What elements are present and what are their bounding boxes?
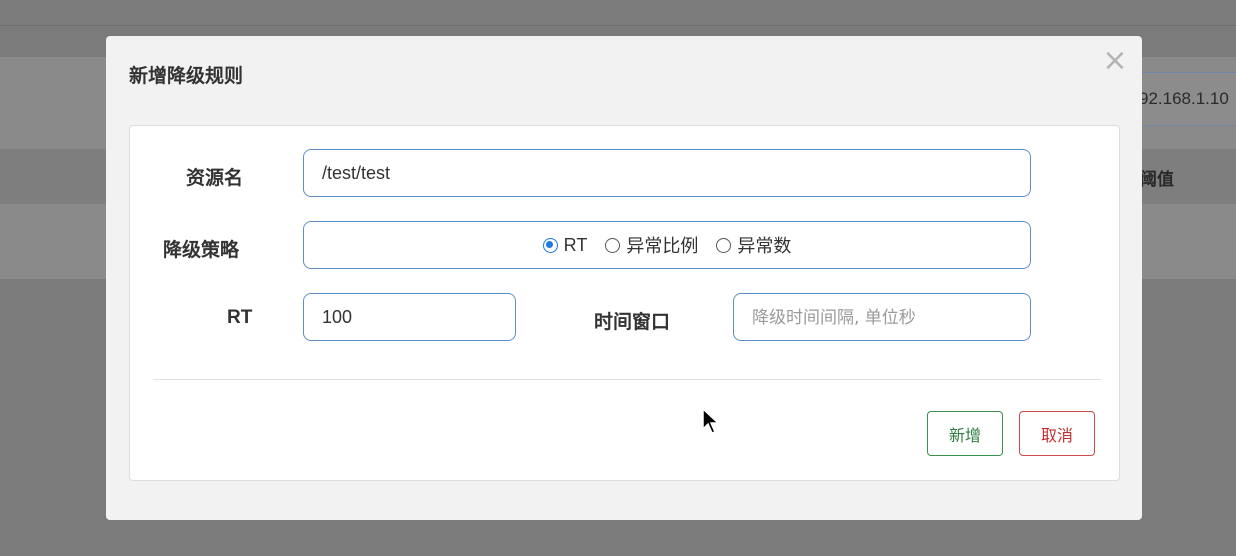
strategy-option-rt[interactable]: RT xyxy=(542,234,588,256)
time-window-input[interactable] xyxy=(733,293,1031,341)
cancel-button[interactable]: 取消 xyxy=(1019,411,1095,456)
strategy-option-label: 异常比例 xyxy=(626,236,699,257)
strategy-option-exception-ratio[interactable]: 异常比例 xyxy=(605,232,698,258)
strategy-option-label: 异常数 xyxy=(737,236,792,257)
add-button[interactable]: 新增 xyxy=(927,411,1003,456)
time-window-label: 时间窗口 xyxy=(594,311,671,333)
radio-checked-icon xyxy=(542,237,558,253)
rt-label: RT xyxy=(227,307,253,328)
resource-name-input[interactable] xyxy=(303,149,1031,197)
rt-input[interactable] xyxy=(303,293,516,341)
radio-unchecked-icon xyxy=(716,237,732,253)
rule-form: 资源名 降级策略 RT 异常比例 异常数 RT 时间窗口 新增 取消 xyxy=(129,125,1120,481)
mouse-cursor-icon xyxy=(702,408,720,434)
dialog-title: 新增降级规则 xyxy=(129,65,244,87)
background-divider xyxy=(0,25,1236,26)
strategy-option-exception-count[interactable]: 异常数 xyxy=(716,232,791,258)
strategy-option-label: RT xyxy=(563,234,588,255)
resource-name-label: 资源名 xyxy=(186,167,244,189)
strategy-radio-group: RT 异常比例 异常数 xyxy=(303,221,1031,269)
radio-unchecked-icon xyxy=(605,237,621,253)
form-divider xyxy=(153,379,1101,380)
add-degrade-rule-dialog: 新增降级规则 × 资源名 降级策略 RT 异常比例 异常数 RT 时间窗口 新增… xyxy=(106,36,1142,520)
background-column-header: 阈值 xyxy=(1140,170,1174,190)
background-ip-select: 92.168.1.10 xyxy=(1128,72,1236,126)
close-icon[interactable]: × xyxy=(1102,46,1128,76)
strategy-label: 降级策略 xyxy=(163,239,240,261)
